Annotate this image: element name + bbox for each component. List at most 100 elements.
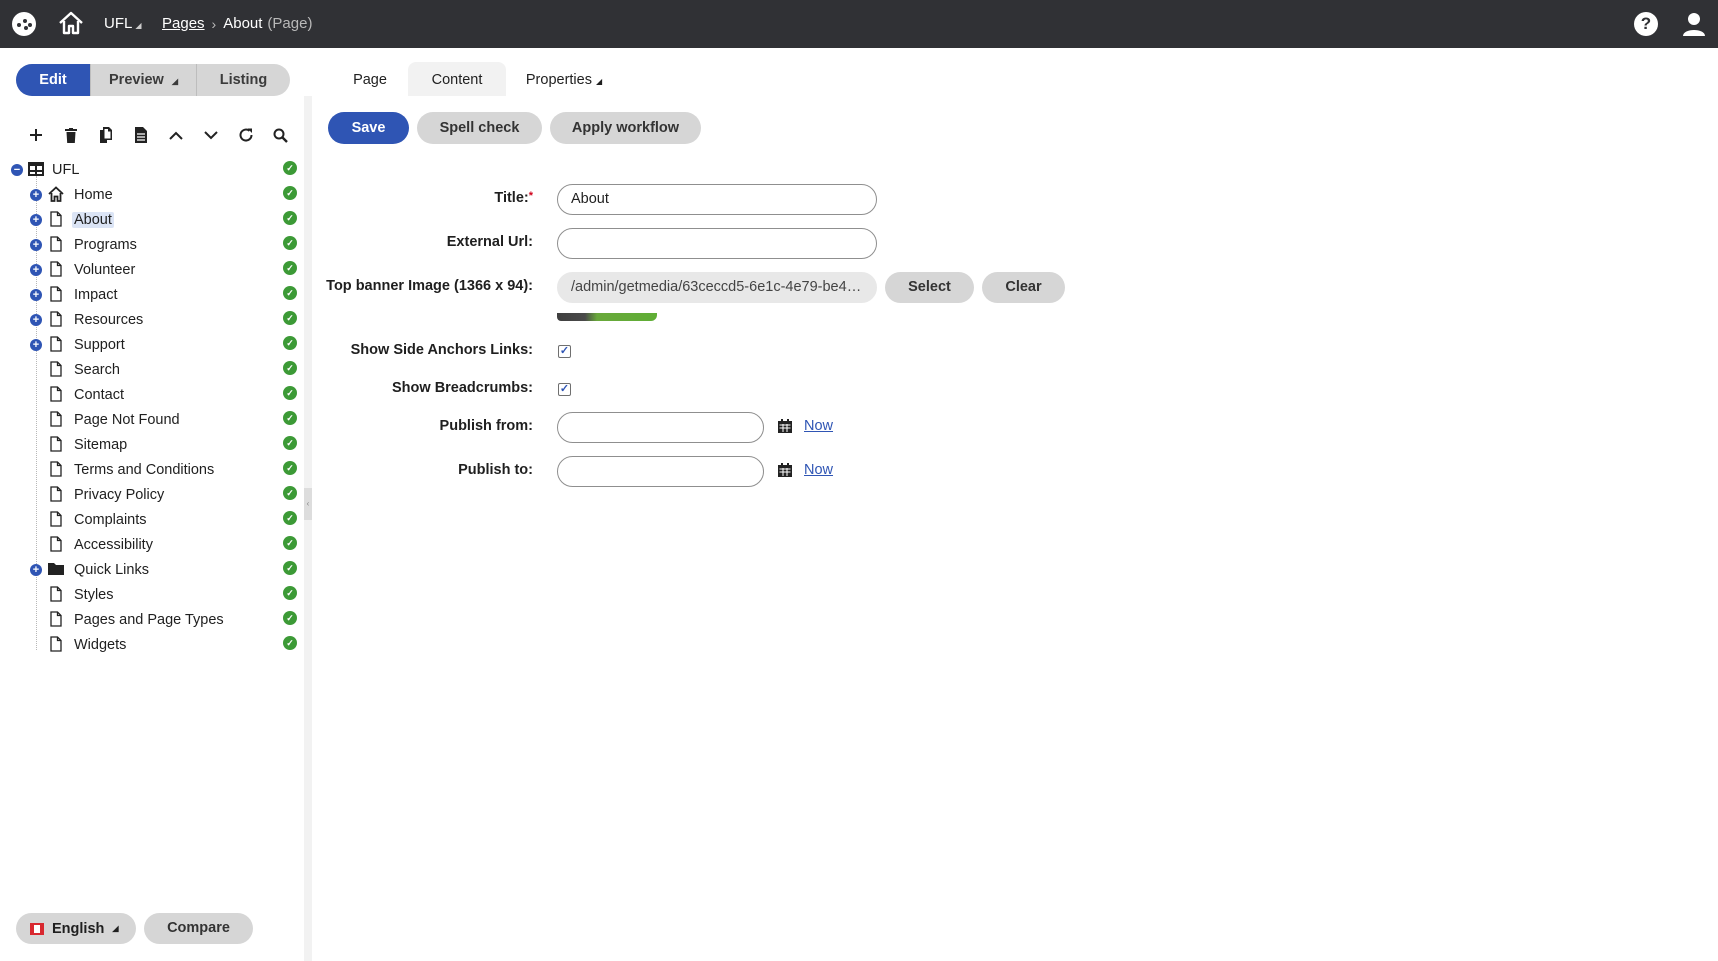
expand-icon[interactable]: +: [30, 289, 42, 301]
tree-item-quick-links[interactable]: + Quick Links ✓: [0, 559, 304, 584]
app-logo-icon[interactable]: [12, 12, 36, 36]
home-icon[interactable]: [58, 10, 84, 36]
publish-to-now-link[interactable]: Now: [804, 462, 833, 478]
publish-from-input[interactable]: [557, 412, 764, 443]
required-marker: *: [528, 190, 533, 202]
language-selector[interactable]: English ◢: [16, 913, 136, 944]
tree-item-label: Impact: [74, 287, 118, 303]
collapse-panel-handle[interactable]: ‹: [304, 488, 312, 520]
top-banner-image-path[interactable]: /admin/getmedia/63ceccd5-6e1c-4e79-be44.…: [557, 272, 877, 303]
help-icon[interactable]: ?: [1634, 12, 1658, 36]
collapse-icon[interactable]: −: [11, 164, 23, 176]
tree-item-pages-and-page-types[interactable]: Pages and Page Types ✓: [0, 609, 304, 634]
publish-to-input[interactable]: [557, 456, 764, 487]
tree-item-programs[interactable]: + Programs ✓: [0, 234, 304, 259]
page-icon: [50, 461, 62, 477]
published-check-icon: ✓: [283, 236, 297, 250]
tree-item-complaints[interactable]: Complaints ✓: [0, 509, 304, 534]
published-check-icon: ✓: [283, 636, 297, 650]
expand-icon[interactable]: +: [30, 339, 42, 351]
tree-item-search[interactable]: Search ✓: [0, 359, 304, 384]
top-banner-image-label: Top banner Image (1366 x 94):: [326, 278, 533, 294]
move-up-icon[interactable]: [158, 124, 193, 146]
tree-item-label: Resources: [74, 312, 144, 328]
mode-preview-label: Preview: [109, 72, 164, 88]
site-selector[interactable]: UFL ◢: [104, 15, 142, 32]
spell-check-label: Spell check: [439, 120, 520, 136]
language-label: English: [52, 920, 105, 937]
expand-icon[interactable]: +: [30, 564, 42, 576]
tree-item-label: Pages and Page Types: [74, 612, 224, 628]
calendar-icon[interactable]: [778, 463, 792, 477]
apply-workflow-button[interactable]: Apply workflow: [550, 112, 701, 144]
compare-button[interactable]: Compare: [144, 913, 253, 944]
add-icon[interactable]: [18, 124, 53, 146]
page-icon: [50, 311, 62, 327]
save-button[interactable]: Save: [328, 112, 409, 144]
expand-icon[interactable]: +: [30, 264, 42, 276]
expand-icon[interactable]: +: [30, 239, 42, 251]
publish-from-now-link[interactable]: Now: [804, 418, 833, 434]
tree-item-page-not-found[interactable]: Page Not Found ✓: [0, 409, 304, 434]
publish-to-label: Publish to:: [458, 462, 533, 478]
folder-icon: [48, 563, 64, 575]
mode-preview-button[interactable]: Preview ◢: [90, 64, 196, 96]
tree-item-volunteer[interactable]: + Volunteer ✓: [0, 259, 304, 284]
expand-icon[interactable]: +: [30, 189, 42, 201]
tree-item-label: Sitemap: [74, 437, 128, 453]
select-image-button[interactable]: Select: [885, 272, 974, 303]
mode-edit-button[interactable]: Edit: [16, 64, 90, 96]
panel-divider[interactable]: [304, 96, 312, 961]
search-icon[interactable]: [263, 124, 298, 146]
title-input[interactable]: About: [557, 184, 877, 215]
tree-item-widgets[interactable]: Widgets ✓: [0, 634, 304, 659]
tab-content[interactable]: Content: [408, 62, 506, 96]
published-check-icon: ✓: [283, 461, 297, 475]
tree-item-accessibility[interactable]: Accessibility ✓: [0, 534, 304, 559]
page-icon: [50, 586, 62, 602]
mode-listing-button[interactable]: Listing: [196, 64, 290, 96]
compare-label: Compare: [167, 920, 230, 936]
tree-item-privacy-policy[interactable]: Privacy Policy ✓: [0, 484, 304, 509]
expand-icon[interactable]: +: [30, 214, 42, 226]
tree-item-styles[interactable]: Styles ✓: [0, 584, 304, 609]
move-down-icon[interactable]: [193, 124, 228, 146]
external-url-input[interactable]: [557, 228, 877, 259]
tree-item-label: Search: [74, 362, 120, 378]
spell-check-button[interactable]: Spell check: [417, 112, 542, 144]
calendar-icon[interactable]: [778, 419, 792, 433]
tab-properties[interactable]: Properties ◢: [516, 62, 612, 96]
published-check-icon: ✓: [283, 411, 297, 425]
tree-item-home[interactable]: + Home ✓: [0, 184, 304, 209]
show-breadcrumbs-checkbox[interactable]: ✓: [558, 383, 571, 396]
delete-icon[interactable]: [53, 124, 88, 146]
save-label: Save: [351, 120, 386, 136]
publish-from-label: Publish from:: [439, 418, 533, 434]
move-icon[interactable]: [123, 124, 158, 146]
refresh-icon[interactable]: [228, 124, 263, 146]
tree-item-sitemap[interactable]: Sitemap ✓: [0, 434, 304, 459]
published-check-icon: ✓: [283, 186, 297, 200]
copy-icon[interactable]: [88, 124, 123, 146]
expand-icon[interactable]: +: [30, 314, 42, 326]
page-icon: [50, 536, 62, 552]
breadcrumb-pages-link[interactable]: Pages: [162, 15, 205, 32]
tree-item-ufl[interactable]: − UFL ✓: [0, 159, 304, 184]
external-url-label: External Url:: [446, 234, 533, 250]
user-icon[interactable]: [1682, 11, 1706, 37]
tree-toolbar: [18, 124, 298, 146]
published-check-icon: ✓: [283, 311, 297, 325]
banner-image-preview: [557, 313, 657, 321]
page-icon: [50, 511, 62, 527]
tree-item-contact[interactable]: Contact ✓: [0, 384, 304, 409]
tree-item-terms-and-conditions[interactable]: Terms and Conditions ✓: [0, 459, 304, 484]
tree-item-support[interactable]: + Support ✓: [0, 334, 304, 359]
tab-page[interactable]: Page: [338, 62, 402, 96]
mode-switch: Edit Preview ◢ Listing: [16, 64, 290, 96]
show-side-anchors-checkbox[interactable]: ✓: [558, 345, 571, 358]
title-input-value: About: [571, 191, 609, 207]
tree-item-impact[interactable]: + Impact ✓: [0, 284, 304, 309]
tree-item-resources[interactable]: + Resources ✓: [0, 309, 304, 334]
clear-image-button[interactable]: Clear: [982, 272, 1065, 303]
tree-item-about[interactable]: + About ✓: [0, 209, 304, 234]
